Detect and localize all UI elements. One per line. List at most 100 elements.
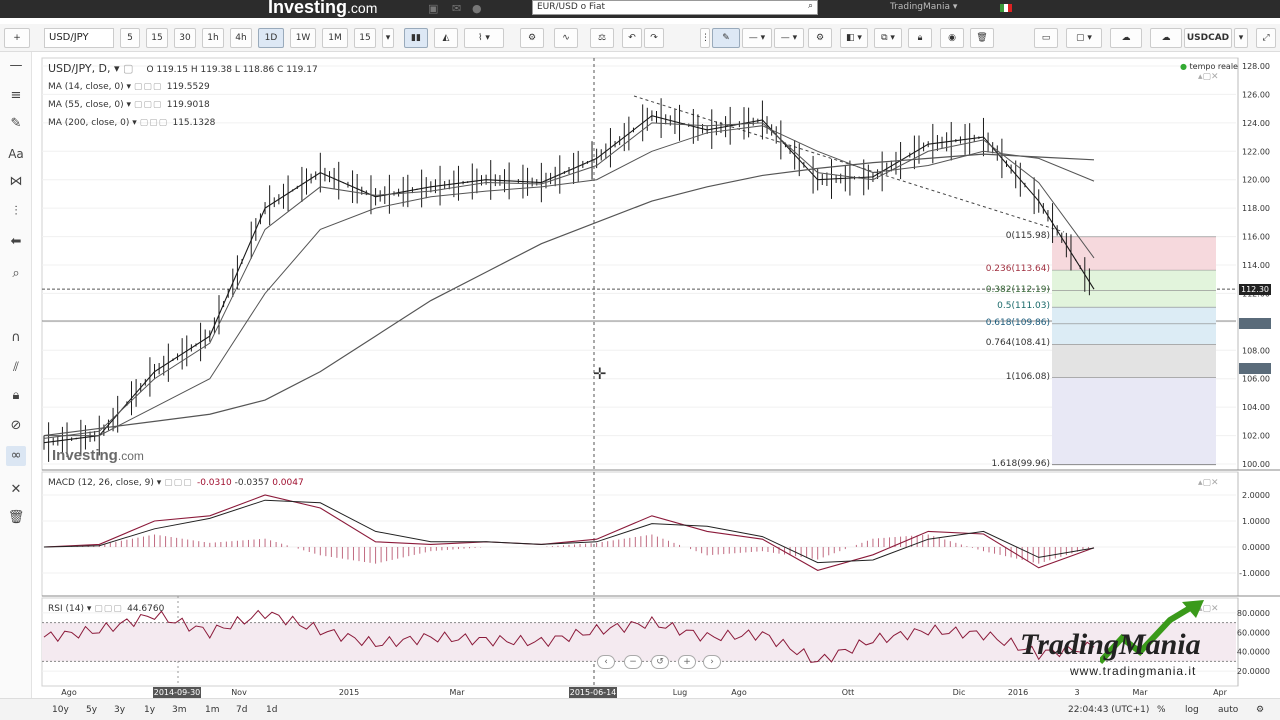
x-tick-label: 2015 [339, 688, 359, 697]
ma14-legend[interactable]: MA (14, close, 0) ▾ ▢▢▢ 119.5529 [48, 82, 210, 92]
fib-label: 0(115.98) [1005, 230, 1050, 241]
bottom-bar: 10y 5y 3y 1y 3m 1m 7d 1d 22:04:43 (UTC+1… [0, 698, 1280, 720]
fib-label: 0.764(108.41) [985, 338, 1050, 349]
y-tick-label: 40.0000 [1237, 648, 1270, 657]
legend-buttons-icon[interactable]: ▢▢▢ [134, 100, 164, 110]
range-7d[interactable]: 7d [236, 703, 247, 717]
status-dot-icon: ● [1180, 62, 1187, 71]
y-tick-label: 80.0000 [1237, 609, 1270, 618]
x-tick-label: Ago [731, 688, 747, 697]
legend-buttons-icon[interactable]: ▢▢▢ [164, 478, 194, 488]
y-tick-label: 122.00 [1242, 147, 1270, 156]
y-tick-label: 126.00 [1242, 90, 1270, 99]
y-tick-label: 120.00 [1242, 176, 1270, 185]
y-tick-label: 102.00 [1242, 432, 1270, 441]
pane-controls-icon[interactable]: ▴▢✕ [1198, 72, 1219, 82]
y-tick-label: 118.00 [1242, 204, 1270, 213]
zoom-in-icon[interactable]: + [678, 655, 696, 669]
fib-label: 0.382(112.19) [985, 284, 1050, 295]
fib-label: 0.236(113.64) [985, 264, 1050, 275]
y-tick-label: 100.00 [1242, 460, 1270, 469]
pane-frame-1 [41, 471, 1239, 597]
fib-zone-3 [1052, 307, 1216, 324]
main-legend: USD/JPY, D, ▾ ▢ O 119.15 H 119.38 L 118.… [48, 62, 318, 75]
y-tick-label: 128.00 [1242, 62, 1270, 71]
crosshair-cursor-icon: ✛ [593, 364, 607, 383]
log-toggle[interactable]: log [1185, 703, 1199, 717]
macd-pane-controls-icon[interactable]: ▴▢✕ [1198, 478, 1219, 488]
zoom-out-icon[interactable]: − [624, 655, 642, 669]
series-line-3 [43, 153, 1095, 437]
realtime-label: ● tempo reale [1180, 62, 1238, 71]
y-tick-label: 116.00 [1242, 233, 1270, 242]
y-tick-label: 20.0000 [1237, 667, 1270, 676]
series-line-0 [43, 115, 1095, 444]
trendline [633, 95, 1065, 233]
ma55-legend[interactable]: MA (55, close, 0) ▾ ▢▢▢ 119.9018 [48, 100, 210, 110]
auto-toggle[interactable]: auto [1218, 703, 1238, 717]
legend-controls-icon[interactable]: ▢ [123, 62, 143, 75]
reset-icon[interactable]: ↺ [651, 655, 669, 669]
ma-price-tag-2 [1239, 363, 1271, 374]
fib-zone-6 [1052, 377, 1216, 465]
range-3y[interactable]: 3y [114, 703, 125, 717]
tradingmania-url: www.tradingmania.it [1070, 664, 1197, 678]
range-10y[interactable]: 10y [52, 703, 69, 717]
range-1m[interactable]: 1m [205, 703, 220, 717]
y-tick-label: -1.0000 [1239, 569, 1270, 578]
range-3m[interactable]: 3m [172, 703, 187, 717]
x-tick-label: Mar [1132, 688, 1148, 697]
range-1y[interactable]: 1y [144, 703, 155, 717]
legend-buttons-icon[interactable]: ▢▢▢ [94, 604, 124, 614]
legend-buttons-icon[interactable]: ▢▢▢ [134, 82, 164, 92]
clock[interactable]: 22:04:43 (UTC+1) [1068, 703, 1149, 717]
range-5y[interactable]: 5y [86, 703, 97, 717]
x-tick-label: Lug [673, 688, 687, 697]
y-tick-label: 106.00 [1242, 375, 1270, 384]
fib-label: 1.618(99.96) [991, 458, 1050, 469]
fib-label: 0.618(109.86) [985, 317, 1050, 328]
y-tick-label: 108.00 [1242, 346, 1270, 355]
y-tick-label: 2.0000 [1242, 491, 1270, 500]
x-tick-label: 3 [1074, 688, 1079, 697]
macd-line [43, 494, 1095, 571]
ohlc-values: O 119.15 H 119.38 L 118.86 C 119.17 [146, 65, 318, 75]
last-price-tag: 112.30 [1239, 284, 1271, 296]
investing-watermark: Investing.com [52, 447, 144, 464]
fib-label: 1(106.08) [1005, 371, 1050, 382]
y-tick-label: 124.00 [1242, 119, 1270, 128]
x-tick-label: 2016 [1008, 688, 1028, 697]
y-tick-label: 1.0000 [1242, 517, 1270, 526]
x-highlight-label: 2014-09-30 [154, 688, 201, 697]
x-tick-label: Mar [449, 688, 465, 697]
x-tick-label: Apr [1213, 688, 1228, 697]
chart-app: Investing.com ▣ ✉ ● EUR/USD o Fiat ⌕ Trad… [0, 0, 1280, 720]
ma-price-tag [1239, 318, 1271, 329]
fib-zone-0 [1052, 236, 1216, 271]
range-1d[interactable]: 1d [266, 703, 277, 717]
settings-icon[interactable]: ⚙ [1256, 703, 1264, 717]
tradingmania-watermark: TradingMania [1020, 628, 1201, 661]
rsi-legend[interactable]: RSI (14) ▾ ▢▢▢ 44.6760 [48, 604, 164, 614]
x-tick-label: Nov [231, 688, 247, 697]
fib-zone-4 [1052, 323, 1216, 345]
y-tick-label: 114.00 [1242, 261, 1270, 270]
fib-label: 0.5(111.03) [997, 301, 1050, 312]
percent-toggle[interactable]: % [1157, 703, 1166, 717]
y-tick-label: 60.0000 [1237, 628, 1270, 637]
x-highlight-label: 2015-06-14 [570, 688, 617, 697]
fib-zone-5 [1052, 344, 1216, 378]
x-tick-label: Ago [61, 688, 77, 697]
y-tick-label: 104.00 [1242, 403, 1270, 412]
ma200-legend[interactable]: MA (200, close, 0) ▾ ▢▢▢ 115.1328 [48, 118, 215, 128]
fib-zone-1 [1052, 270, 1216, 291]
scroll-left-icon[interactable]: ‹ [597, 655, 615, 669]
fib-zone-2 [1052, 290, 1216, 308]
scroll-right-icon[interactable]: › [703, 655, 721, 669]
x-tick-label: Dic [953, 688, 966, 697]
x-tick-label: Ott [842, 688, 855, 697]
y-tick-label: 0.0000 [1242, 543, 1270, 552]
main-title[interactable]: USD/JPY, D, [48, 62, 111, 75]
macd-legend[interactable]: MACD (12, 26, close, 9) ▾ ▢▢▢ -0.0310 -0… [48, 478, 304, 488]
legend-buttons-icon[interactable]: ▢▢▢ [140, 118, 170, 128]
